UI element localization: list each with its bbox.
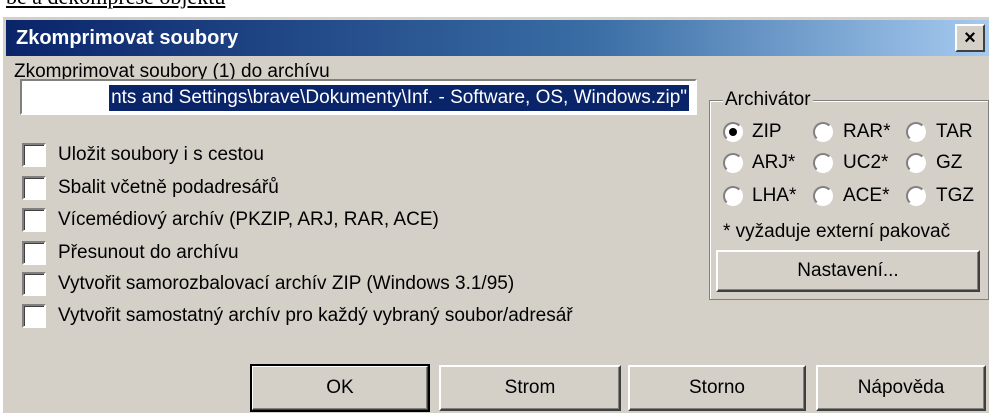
close-icon: ×	[964, 27, 976, 49]
radio-label-zip: ZIP	[752, 121, 782, 142]
checkbox[interactable]	[22, 272, 46, 296]
close-button[interactable]: ×	[955, 24, 985, 52]
archive-path-input[interactable]: nts and Settings\brave\Dokumenty\Inf. - …	[20, 79, 697, 115]
external-packer-note: * vyžaduje externí pakovač	[723, 221, 951, 242]
dialog-title: Zkomprimovat soubory	[16, 27, 239, 49]
option-label: Přesunout do archívu	[58, 242, 239, 263]
radio-arj[interactable]	[723, 153, 743, 173]
archive-path-value: nts and Settings\brave\Dokumenty\Inf. - …	[109, 85, 689, 111]
radio-uc2[interactable]	[813, 153, 833, 173]
radio-label-arj: ARJ*	[752, 152, 796, 173]
option-label: Vícemédiový archív (PKZIP, ARJ, RAR, ACE…	[58, 209, 439, 230]
checkbox[interactable]	[22, 208, 46, 232]
checkbox[interactable]	[22, 304, 46, 328]
radio-label-ace: ACE*	[843, 185, 890, 206]
ok-button-label: OK	[326, 377, 354, 398]
settings-button[interactable]: Nastavení...	[716, 250, 980, 292]
radio-label-gz: GZ	[936, 152, 963, 173]
cancel-button[interactable]: Storno	[628, 365, 806, 411]
settings-button-label: Nastavení...	[797, 260, 899, 281]
checkbox[interactable]	[22, 176, 46, 200]
radio-selected-dot	[729, 128, 737, 136]
radio-zip[interactable]	[723, 122, 743, 142]
radio-label-uc2: UC2*	[843, 152, 889, 173]
help-button-label: Nápověda	[857, 377, 945, 398]
checkbox[interactable]	[22, 241, 46, 265]
option-label: Vytvořit samostatný archív pro každý vyb…	[58, 305, 573, 326]
option-label: Vytvořit samorozbalovací archív ZIP (Win…	[58, 273, 515, 294]
radio-label-rar: RAR*	[843, 121, 891, 142]
radio-gz[interactable]	[906, 153, 926, 173]
checkbox[interactable]	[22, 143, 46, 167]
help-button[interactable]: Nápověda	[816, 365, 986, 411]
underlined-heading: be a dekomprese objektu	[6, 0, 225, 9]
radio-label-lha: LHA*	[752, 185, 797, 206]
radio-label-tar: TAR	[936, 121, 973, 142]
title-bar[interactable]: Zkomprimovat soubory ×	[6, 20, 989, 56]
archiver-group-title: Archivátor	[723, 89, 813, 110]
radio-rar[interactable]	[813, 122, 833, 142]
option-label: Sbalit včetně podadresářů	[58, 177, 279, 198]
ok-button[interactable]: OK	[250, 364, 430, 412]
tree-button[interactable]: Strom	[439, 365, 621, 411]
tree-button-label: Strom	[504, 377, 556, 398]
radio-label-tgz: TGZ	[936, 185, 974, 206]
radio-lha[interactable]	[723, 186, 743, 206]
cancel-button-label: Storno	[689, 377, 745, 398]
radio-tar[interactable]	[906, 122, 926, 142]
radio-tgz[interactable]	[906, 186, 926, 206]
option-label: Uložit soubory i s cestou	[58, 144, 264, 165]
radio-ace[interactable]	[813, 186, 833, 206]
